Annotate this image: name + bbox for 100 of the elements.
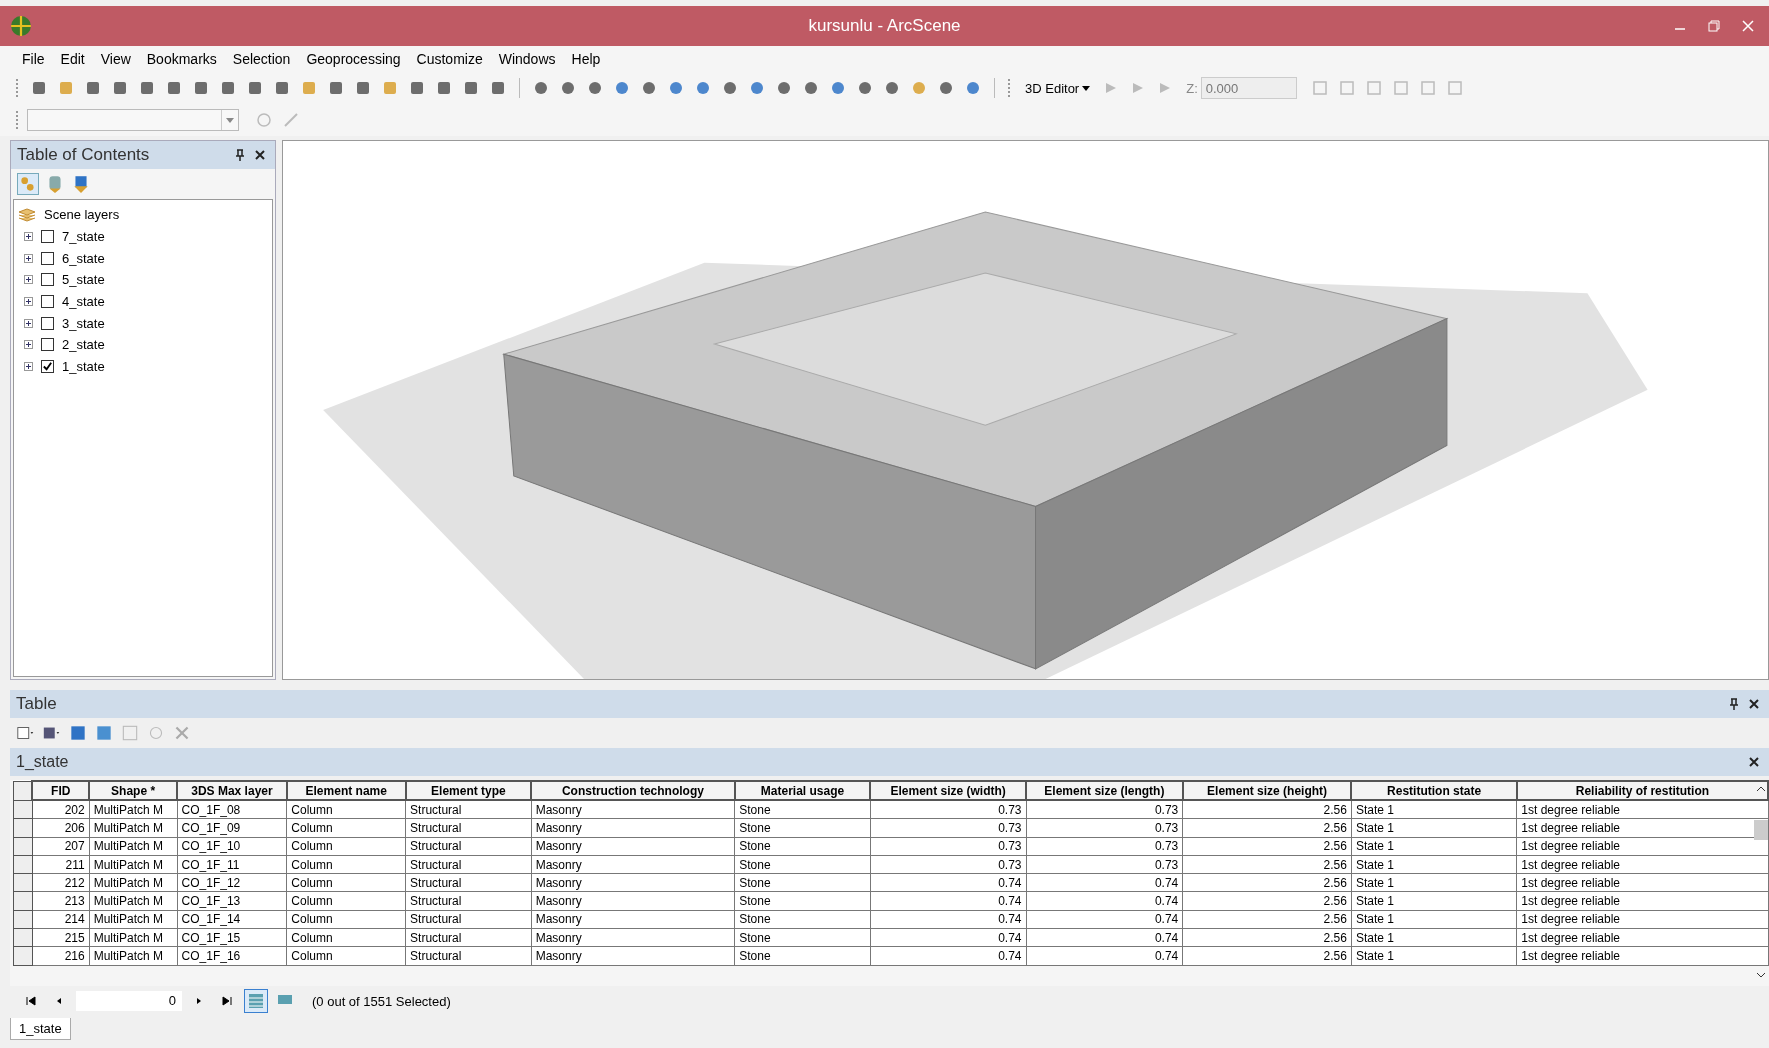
table-cell: State 1 xyxy=(1351,837,1517,856)
column-header[interactable]: Element size (height) xyxy=(1182,781,1352,800)
expand-icon[interactable] xyxy=(24,318,33,328)
table-cell: Masonry xyxy=(531,855,735,874)
column-header[interactable]: Shape * xyxy=(89,781,178,800)
table-cell: 0.74 xyxy=(870,892,1026,911)
table-cell: State 1 xyxy=(1351,855,1517,874)
scrollbar-thumb[interactable] xyxy=(1754,820,1768,840)
expand-icon[interactable] xyxy=(24,232,33,242)
menu-item[interactable]: Geoprocessing xyxy=(300,49,407,69)
column-header[interactable]: Element size (width) xyxy=(870,781,1026,800)
table-cell: 0.73 xyxy=(1026,818,1183,838)
table-cell: 2.56 xyxy=(1182,873,1352,892)
table-cell: 0.74 xyxy=(870,873,1026,892)
panel-title: Table of Contents xyxy=(17,145,150,165)
table-cell: Structural xyxy=(405,855,532,874)
first-icon[interactable] xyxy=(26,996,36,1006)
table-cell: Column xyxy=(286,892,406,911)
column-header[interactable]: Element size (length) xyxy=(1026,781,1183,800)
layer-checkbox[interactable] xyxy=(41,295,54,309)
restore-icon[interactable] xyxy=(1708,20,1720,32)
expand-icon[interactable] xyxy=(24,340,33,350)
column-header[interactable]: Reliability of restitution xyxy=(1516,781,1768,800)
table-cell: Stone xyxy=(734,818,871,838)
table-cell: Masonry xyxy=(531,837,735,856)
scroll-up-icon[interactable] xyxy=(1756,786,1766,792)
layer-name[interactable]: 6_state xyxy=(62,250,105,266)
layer-checkbox[interactable] xyxy=(41,360,54,374)
table-cell: 0.73 xyxy=(1026,800,1183,819)
menu-item[interactable]: Windows xyxy=(492,49,562,69)
expand-icon[interactable] xyxy=(24,275,33,285)
table-cell: 0.74 xyxy=(1026,946,1183,966)
close-icon[interactable] xyxy=(255,150,265,160)
selection-status: (0 out of 1551 Selected) xyxy=(312,993,451,1009)
tree-root-label[interactable]: Scene layers xyxy=(44,207,120,223)
column-header[interactable]: Construction technology xyxy=(531,781,735,800)
layer-name[interactable]: 4_state xyxy=(62,294,105,310)
column-header[interactable]: 3DS Max layer xyxy=(177,781,287,800)
expand-icon[interactable] xyxy=(24,297,33,307)
table-cell: State 1 xyxy=(1351,873,1517,892)
menu-item[interactable]: Customize xyxy=(410,49,489,69)
table-cell: 1st degree reliable xyxy=(1516,946,1768,966)
table-cell: Masonry xyxy=(531,928,735,947)
z-value-field[interactable]: 0.000 xyxy=(1200,77,1297,99)
menu-item[interactable]: Bookmarks xyxy=(140,49,223,69)
table-cell: Masonry xyxy=(531,910,735,929)
table-cell: 1st degree reliable xyxy=(1516,800,1768,819)
layer-checkbox[interactable] xyxy=(41,251,54,265)
table-tab[interactable]: 1_state xyxy=(10,1018,71,1040)
table-cell: 2.56 xyxy=(1182,818,1352,838)
table-cell: 202 xyxy=(32,800,90,819)
column-header[interactable]: Element name xyxy=(286,781,406,800)
table-cell: 214 xyxy=(32,910,90,929)
layer-checkbox[interactable] xyxy=(41,338,54,352)
table-cell: 0.73 xyxy=(1026,855,1183,874)
table-cell: Column xyxy=(286,800,406,819)
layer-name[interactable]: 1_state xyxy=(62,359,105,375)
column-header[interactable]: Material usage xyxy=(734,781,871,800)
pin-icon[interactable] xyxy=(235,149,245,161)
table-cell: Stone xyxy=(734,855,871,874)
table-cell: Masonry xyxy=(531,873,735,892)
close-icon[interactable] xyxy=(1749,699,1759,709)
table-cell: Structural xyxy=(405,910,532,929)
table-cell: MultiPatch M xyxy=(89,928,178,947)
layer-checkbox[interactable] xyxy=(41,273,54,287)
table-cell: Column xyxy=(286,928,406,947)
table-cell: State 1 xyxy=(1351,800,1517,819)
menu-item[interactable]: View xyxy=(94,49,137,69)
menu-item[interactable]: Selection xyxy=(226,49,297,69)
table-cell: MultiPatch M xyxy=(89,910,178,929)
expand-icon[interactable] xyxy=(24,253,33,263)
pin-icon[interactable] xyxy=(1729,698,1739,710)
caret-icon[interactable] xyxy=(1082,85,1091,91)
table-cell: CO_1F_08 xyxy=(177,800,287,819)
close-icon[interactable] xyxy=(1749,757,1759,767)
table-cell: Structural xyxy=(405,800,532,819)
menu-item[interactable]: Help xyxy=(565,49,607,69)
table-cell: Masonry xyxy=(531,818,735,838)
table-cell: 0.73 xyxy=(870,837,1026,856)
layer-name[interactable]: 3_state xyxy=(62,315,105,331)
3d-editor-menu[interactable]: 3D Editor xyxy=(1025,80,1091,96)
table-cell: 0.73 xyxy=(870,855,1026,874)
table-cell: Stone xyxy=(734,928,871,947)
scroll-down-icon[interactable] xyxy=(1756,972,1766,978)
layer-name[interactable]: 2_state xyxy=(62,337,105,353)
last-icon[interactable] xyxy=(222,996,232,1006)
menu-item[interactable]: File xyxy=(16,49,51,69)
layer-name[interactable]: 5_state xyxy=(62,272,105,288)
menu-item[interactable]: Edit xyxy=(54,49,91,69)
record-number-field[interactable]: 0 xyxy=(76,991,182,1011)
column-header[interactable]: FID xyxy=(32,781,90,800)
layer-checkbox[interactable] xyxy=(41,230,54,244)
layer-name[interactable]: 7_state xyxy=(62,229,105,245)
column-header[interactable]: Element type xyxy=(405,781,532,800)
table-cell: State 1 xyxy=(1351,818,1517,838)
expand-icon[interactable] xyxy=(24,362,33,372)
layer-checkbox[interactable] xyxy=(41,316,54,330)
table-cell: Masonry xyxy=(531,892,735,911)
table-cell: 1st degree reliable xyxy=(1516,855,1768,874)
column-header[interactable]: Restitution state xyxy=(1351,781,1517,800)
